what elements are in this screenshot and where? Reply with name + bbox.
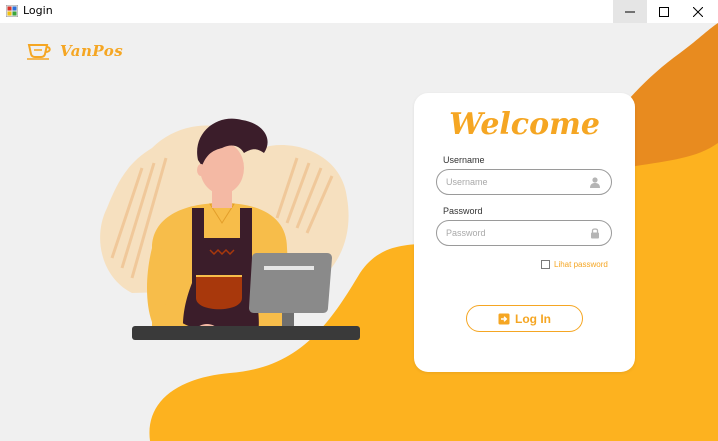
username-field-wrapper bbox=[436, 169, 612, 195]
brand-name: VanPos bbox=[60, 42, 124, 60]
app-icon bbox=[6, 5, 18, 17]
brand-logo: VanPos bbox=[26, 42, 123, 60]
user-icon bbox=[590, 177, 600, 188]
sign-in-icon bbox=[498, 313, 510, 324]
login-card: Welcome Username Password Lihat password bbox=[414, 93, 635, 372]
close-icon bbox=[693, 6, 703, 17]
login-window-body: VanPos Welcome Username Username Passwor… bbox=[0, 23, 718, 441]
password-input[interactable] bbox=[446, 221, 586, 245]
minimize-icon bbox=[625, 11, 635, 12]
password-field-wrapper bbox=[436, 220, 612, 246]
title-bar: Login bbox=[0, 0, 718, 23]
show-password-toggle[interactable]: Lihat password bbox=[541, 260, 608, 269]
username-input[interactable] bbox=[446, 170, 586, 194]
username-label: Username bbox=[443, 155, 485, 165]
login-button[interactable]: Log In bbox=[466, 305, 583, 332]
welcome-heading: Welcome bbox=[449, 107, 600, 142]
show-password-checkbox[interactable] bbox=[541, 260, 550, 269]
login-button-label: Log In bbox=[515, 311, 551, 326]
password-label: Password bbox=[443, 206, 483, 216]
show-password-label[interactable]: Lihat password bbox=[554, 260, 608, 269]
minimize-button[interactable] bbox=[613, 0, 647, 23]
cashier-illustration bbox=[100, 118, 360, 340]
close-button[interactable] bbox=[681, 0, 715, 23]
lock-icon bbox=[591, 228, 599, 239]
maximize-icon bbox=[659, 6, 669, 17]
coffee-cup-icon bbox=[27, 44, 51, 60]
maximize-button[interactable] bbox=[647, 0, 681, 23]
window-title: Login bbox=[23, 4, 53, 17]
